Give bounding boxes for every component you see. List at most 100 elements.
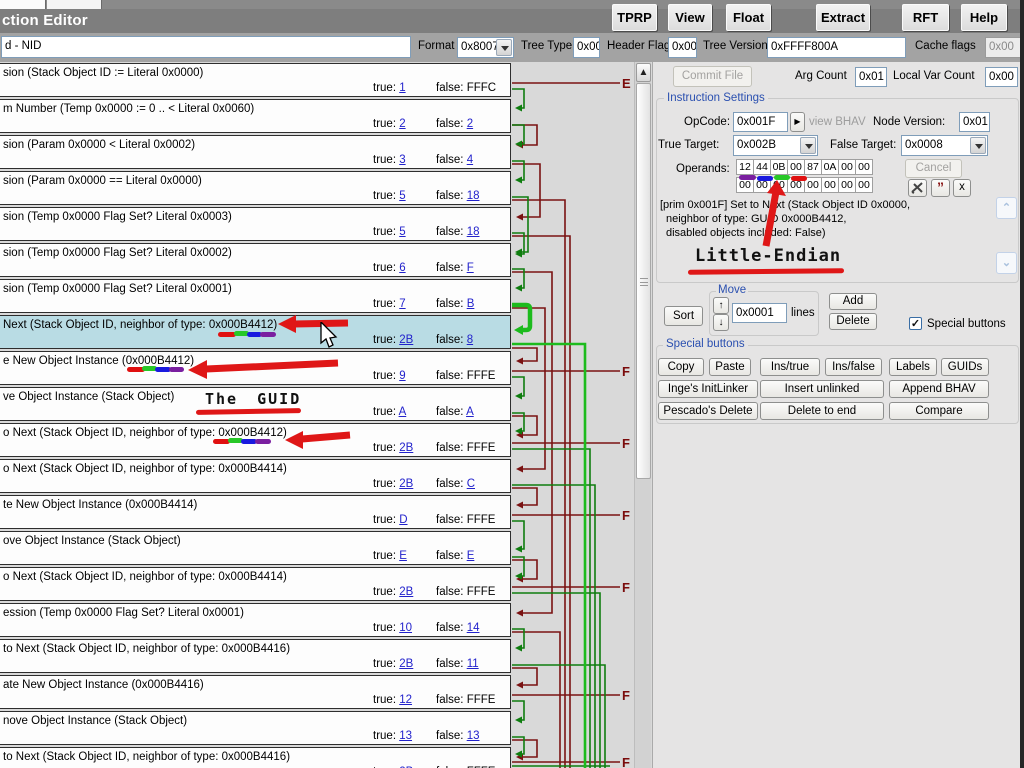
labels-button[interactable]: Labels bbox=[889, 358, 937, 376]
instruction-row[interactable]: sion (Temp 0x0000 Flag Set? Literal 0x00… bbox=[0, 243, 511, 277]
format-combobox[interactable]: 0x8007 bbox=[457, 37, 514, 58]
instruction-row[interactable]: o Next (Stack Object ID, neighbor of typ… bbox=[0, 567, 511, 601]
true-target-link-value[interactable]: 6 bbox=[399, 262, 405, 274]
false-target-dropdown-icon[interactable] bbox=[970, 137, 986, 154]
operand-cell[interactable]: 00 bbox=[787, 159, 805, 175]
append-bhav-button[interactable]: Append BHAV bbox=[889, 380, 989, 398]
true-target-link-value[interactable]: 12 bbox=[399, 694, 412, 706]
false-target-link-value[interactable]: 2 bbox=[467, 118, 473, 130]
list-scrollbar[interactable]: ▲ bbox=[634, 62, 651, 768]
true-target-combobox[interactable]: 0x002B bbox=[733, 135, 818, 156]
sort-button[interactable]: Sort bbox=[664, 306, 703, 326]
special-buttons-checkbox[interactable]: ✓ bbox=[909, 317, 922, 330]
true-target-link-value[interactable]: 5 bbox=[399, 226, 405, 238]
true-target-link-value[interactable]: 2B bbox=[399, 658, 413, 670]
copy-button[interactable]: Copy bbox=[658, 358, 704, 376]
description-scroll-down-icon[interactable]: ⌄ bbox=[996, 252, 1017, 274]
cancel-button[interactable]: Cancel bbox=[905, 159, 962, 178]
false-target-link-value[interactable]: C bbox=[467, 478, 475, 490]
false-target-combobox[interactable]: 0x0008 bbox=[901, 135, 988, 156]
instruction-row[interactable]: nove Object Instance (Stack Object)true:… bbox=[0, 711, 511, 745]
delete-to-end-button[interactable]: Delete to end bbox=[760, 402, 884, 420]
tab-stub-left[interactable] bbox=[0, 0, 46, 9]
operand-cell[interactable]: 00 bbox=[855, 177, 873, 193]
rft-button[interactable]: RFT bbox=[902, 4, 949, 31]
instruction-row[interactable]: o Next (Stack Object ID, neighbor of typ… bbox=[0, 459, 511, 493]
extract-button[interactable]: Extract bbox=[816, 4, 870, 31]
instruction-row[interactable]: sion (Temp 0x0000 Flag Set? Literal 0x00… bbox=[0, 279, 511, 313]
tree-type-input[interactable]: 0x00 bbox=[573, 37, 600, 58]
false-target-link-value[interactable]: 18 bbox=[467, 226, 480, 238]
true-target-link-value[interactable]: 7 bbox=[399, 298, 405, 310]
move-down-icon[interactable]: ↓ bbox=[713, 314, 729, 331]
help-button[interactable]: Help bbox=[961, 4, 1007, 31]
instruction-row[interactable]: sion (Param 0x0000 == Literal 0x0000)tru… bbox=[0, 171, 511, 205]
header-flag-input[interactable]: 0x00 bbox=[668, 37, 697, 58]
true-target-link-value[interactable]: 1 bbox=[399, 82, 405, 94]
instruction-row[interactable]: te New Object Instance (0x000B4414)true:… bbox=[0, 495, 511, 529]
true-target-link-value[interactable]: 2 bbox=[399, 118, 405, 130]
true-target-link-value[interactable]: A bbox=[399, 406, 407, 418]
instruction-row[interactable]: ove Object Instance (Stack Object)true: … bbox=[0, 531, 511, 565]
instruction-row[interactable]: sion (Stack Object ID := Literal 0x0000)… bbox=[0, 63, 511, 97]
local-var-count-input[interactable]: 0x00 bbox=[985, 67, 1018, 87]
true-target-link-value[interactable]: 3 bbox=[399, 154, 405, 166]
float-button[interactable]: Float bbox=[726, 4, 771, 31]
false-target-link-value[interactable]: A bbox=[466, 406, 474, 418]
false-target-link-value[interactable]: 18 bbox=[467, 190, 480, 202]
commit-file-button[interactable]: Commit File bbox=[673, 66, 752, 87]
opcode-go-icon[interactable]: ▶ bbox=[790, 112, 805, 132]
false-target-link-value[interactable]: 13 bbox=[467, 730, 480, 742]
true-target-link-value[interactable]: 2B bbox=[399, 586, 413, 598]
instruction-row[interactable]: sion (Temp 0x0000 Flag Set? Literal 0x00… bbox=[0, 207, 511, 241]
true-target-link-value[interactable]: 2B bbox=[399, 442, 413, 454]
view-button[interactable]: View bbox=[668, 4, 712, 31]
operand-cell[interactable]: 0B bbox=[770, 159, 788, 175]
compare-button[interactable]: Compare bbox=[889, 402, 989, 420]
false-target-link-value[interactable]: 14 bbox=[467, 622, 480, 634]
operand-cell[interactable]: 12 bbox=[736, 159, 754, 175]
description-scroll-up-icon[interactable]: ⌃ bbox=[996, 197, 1017, 219]
instruction-row[interactable]: to Next (Stack Object ID, neighbor of ty… bbox=[0, 747, 511, 768]
guids-button[interactable]: GUIDs bbox=[941, 358, 989, 376]
instruction-row[interactable]: e New Object Instance (0x000B4412)true: … bbox=[0, 351, 511, 385]
operand-cell[interactable]: 00 bbox=[855, 159, 873, 175]
true-target-link-value[interactable]: 13 bbox=[399, 730, 412, 742]
instruction-row[interactable]: m Number (Temp 0x0000 := 0 .. < Literal … bbox=[0, 99, 511, 133]
format-dropdown-icon[interactable] bbox=[496, 39, 512, 56]
true-target-link-value[interactable]: 5 bbox=[399, 190, 405, 202]
node-version-input[interactable]: 0x01 bbox=[959, 112, 990, 132]
instruction-row[interactable]: to Next (Stack Object ID, neighbor of ty… bbox=[0, 639, 511, 673]
tree-version-input[interactable]: 0xFFFF800A bbox=[767, 37, 906, 58]
false-target-link-value[interactable]: E bbox=[467, 550, 475, 562]
ins-false-button[interactable]: Ins/false bbox=[825, 358, 882, 376]
false-target-link-value[interactable]: B bbox=[467, 298, 475, 310]
opcode-input[interactable]: 0x001F bbox=[733, 112, 788, 132]
instruction-row[interactable]: sion (Param 0x0000 < Literal 0x0002)true… bbox=[0, 135, 511, 169]
true-target-link-value[interactable]: D bbox=[399, 514, 407, 526]
quote-icon[interactable]: ” bbox=[931, 179, 950, 197]
false-target-link-value[interactable]: F bbox=[467, 262, 474, 274]
operand-cell[interactable]: 0A bbox=[821, 159, 839, 175]
tprp-button[interactable]: TPRP bbox=[612, 4, 657, 31]
scrollbar-thumb[interactable] bbox=[636, 83, 651, 479]
operand-cell[interactable]: 00 bbox=[838, 177, 856, 193]
move-up-icon[interactable]: ↑ bbox=[713, 297, 729, 314]
instruction-row[interactable]: ession (Temp 0x0000 Flag Set? Literal 0x… bbox=[0, 603, 511, 637]
filename-input[interactable]: d - NID bbox=[1, 36, 411, 58]
operand-cell[interactable]: 44 bbox=[753, 159, 771, 175]
arg-count-input[interactable]: 0x01 bbox=[855, 67, 887, 87]
true-target-link-value[interactable]: 10 bbox=[399, 622, 412, 634]
true-target-link-value[interactable]: 2B bbox=[399, 334, 413, 346]
ins-true-button[interactable]: Ins/true bbox=[760, 358, 820, 376]
pescados-delete-button[interactable]: Pescado's Delete bbox=[658, 402, 758, 420]
clear-operand-icon[interactable]: x bbox=[953, 179, 971, 197]
true-target-link-value[interactable]: E bbox=[399, 550, 407, 562]
operand-cell[interactable]: 00 bbox=[821, 177, 839, 193]
true-target-link-value[interactable]: 2B bbox=[399, 478, 413, 490]
operand-cell[interactable]: 00 bbox=[838, 159, 856, 175]
inges-initlinker-button[interactable]: Inge's InitLinker bbox=[658, 380, 758, 398]
wrench-icon[interactable] bbox=[908, 179, 927, 197]
true-target-dropdown-icon[interactable] bbox=[800, 137, 816, 154]
operand-cell[interactable]: 87 bbox=[804, 159, 822, 175]
